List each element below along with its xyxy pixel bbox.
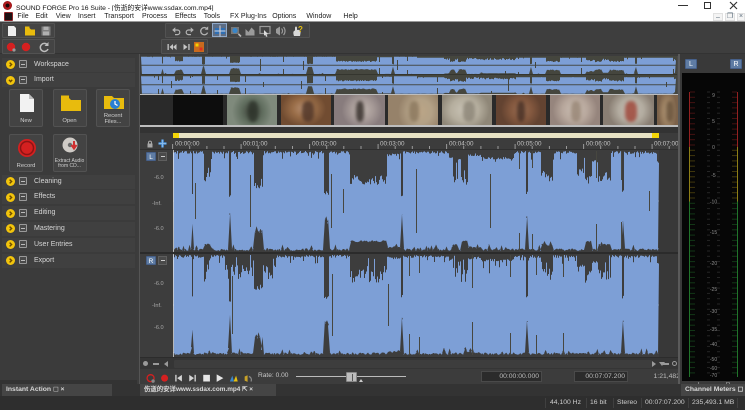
- svg-text:00:02:00: 00:02:00: [312, 141, 337, 148]
- svg-text:-60: -60: [710, 366, 717, 372]
- svg-text:-35: -35: [710, 327, 717, 333]
- svg-text:00:05:00: 00:05:00: [517, 141, 542, 148]
- svg-text:-20: -20: [710, 261, 717, 267]
- svg-text:00:03:00: 00:03:00: [380, 141, 405, 148]
- svg-text:-70: -70: [710, 373, 717, 379]
- svg-text:-50: -50: [710, 357, 717, 363]
- svg-text:5: 5: [712, 119, 715, 125]
- svg-text:0: 0: [712, 145, 715, 151]
- svg-text:00:07:00: 00:07:00: [654, 141, 679, 148]
- svg-text:-15: -15: [710, 230, 717, 236]
- svg-text:00:06:00: 00:06:00: [586, 141, 611, 148]
- svg-text:00:00:00: 00:00:00: [175, 141, 200, 148]
- svg-text:00:04:00: 00:04:00: [449, 141, 474, 148]
- svg-text:-5: -5: [711, 173, 716, 179]
- svg-text:00:01:00: 00:01:00: [243, 141, 268, 148]
- svg-text:9: 9: [712, 93, 715, 99]
- svg-text:-40: -40: [710, 342, 717, 348]
- svg-text:-30: -30: [710, 309, 717, 315]
- svg-text:?: ?: [298, 25, 303, 34]
- svg-text:-25: -25: [710, 287, 717, 293]
- svg-text:-10: -10: [710, 200, 717, 206]
